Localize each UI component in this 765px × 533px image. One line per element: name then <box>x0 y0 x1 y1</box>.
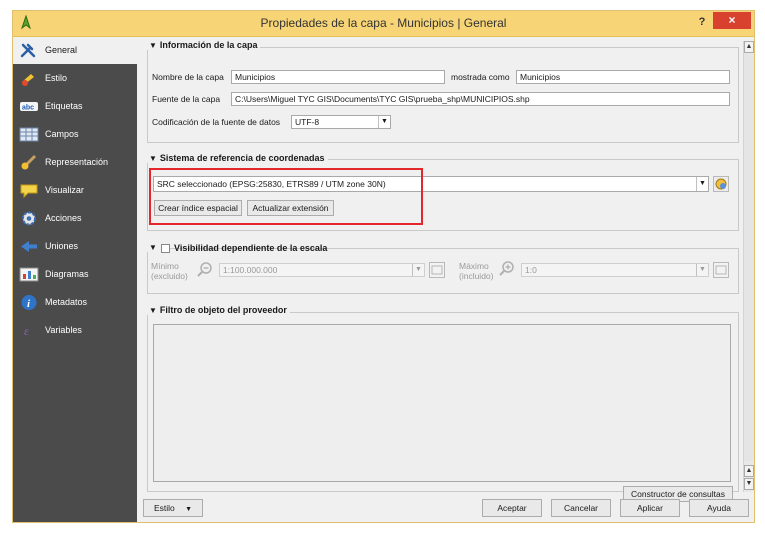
sidebar: General Estilo abc Etiquetas Campos Repr… <box>13 37 137 522</box>
title-bar[interactable]: Propiedades de la capa - Municipios | Ge… <box>13 11 754 37</box>
highlight-box <box>149 168 423 225</box>
min-scale-sublabel: (excluido) <box>151 271 188 281</box>
min-scale-label: Mínimo <box>151 261 179 271</box>
help-question-button[interactable]: ? <box>695 14 709 30</box>
gear-action-icon <box>19 210 39 227</box>
close-button[interactable]: × <box>713 12 751 29</box>
sidebar-item-visualizar[interactable]: Visualizar <box>13 177 137 204</box>
encoding-value: UTF-8 <box>295 117 320 127</box>
zoom-out-icon <box>197 261 213 277</box>
scroll-down-icon[interactable]: ▼ <box>744 478 754 490</box>
sidebar-item-label: Metadatos <box>45 297 88 307</box>
layer-source-label: Fuente de la capa <box>152 94 221 104</box>
svg-text:abc: abc <box>22 105 34 112</box>
sidebar-item-variables[interactable]: ε Variables <box>13 317 137 344</box>
encoding-select[interactable]: UTF-8 ▼ <box>291 115 391 129</box>
min-scale-select[interactable]: 1:100.000.000 ▼ <box>219 263 425 277</box>
layer-info-header[interactable]: ▼ Información de la capa <box>147 40 261 50</box>
encoding-label: Codificación de la fuente de datos <box>152 117 281 127</box>
shown-as-input[interactable]: Municipios <box>516 70 730 84</box>
chevron-down-icon: ▼ <box>696 264 708 276</box>
provider-filter-title: Filtro de objeto del proveedor <box>159 305 287 315</box>
max-scale-select[interactable]: 1:0 ▼ <box>521 263 709 277</box>
panel-scrollbar[interactable]: ▲ ▲ ▼ <box>743 41 754 492</box>
help-button[interactable]: Ayuda <box>689 499 749 517</box>
sidebar-item-general[interactable]: General <box>13 37 137 64</box>
layer-name-label: Nombre de la capa <box>152 72 224 82</box>
chevron-down-icon: ▼ <box>185 506 193 513</box>
sidebar-item-label: Estilo <box>45 73 68 83</box>
sidebar-item-label: General <box>45 45 78 55</box>
collapse-triangle-icon: ▼ <box>149 306 157 315</box>
layer-properties-window: Propiedades de la capa - Municipios | Ge… <box>12 10 755 523</box>
sidebar-item-acciones[interactable]: Acciones <box>13 205 137 232</box>
sidebar-item-label: Variables <box>45 325 82 335</box>
table-fields-icon <box>19 126 39 143</box>
collapse-triangle-icon: ▼ <box>149 243 157 252</box>
variables-icon: ε <box>19 322 39 339</box>
sidebar-item-metadatos[interactable]: i Metadatos <box>13 289 137 316</box>
sidebar-item-estilo[interactable]: Estilo <box>13 65 137 92</box>
style-brush-icon <box>19 70 39 87</box>
min-scale-canvas-button[interactable] <box>429 262 445 278</box>
sidebar-item-label: Etiquetas <box>45 101 83 111</box>
chevron-down-icon: ▼ <box>412 264 424 276</box>
layer-name-input[interactable]: Municipios <box>231 70 445 84</box>
chevron-down-icon: ▼ <box>378 116 390 128</box>
sidebar-item-label: Uniones <box>45 241 79 251</box>
style-menu-button[interactable]: Estilo ▼ <box>143 499 203 517</box>
max-scale-value: 1:0 <box>525 265 537 275</box>
layer-info-title: Información de la capa <box>159 40 258 50</box>
scroll-thumb[interactable] <box>744 54 754 461</box>
window-title: Propiedades de la capa - Municipios | Ge… <box>260 16 507 30</box>
layer-source-input[interactable]: C:\Users\Miguel TYC GIS\Documents\TYC GI… <box>231 92 730 106</box>
accept-button[interactable]: Aceptar <box>482 499 542 517</box>
map-canvas-icon <box>715 265 727 275</box>
sidebar-item-label: Campos <box>45 129 79 139</box>
sidebar-item-label: Representación <box>45 157 109 167</box>
svg-text:ε: ε <box>24 324 29 338</box>
sidebar-item-label: Acciones <box>45 213 82 223</box>
chevron-down-icon: ▼ <box>696 177 708 191</box>
collapse-triangle-icon: ▼ <box>149 41 157 50</box>
scroll-up-icon[interactable]: ▲ <box>744 41 754 53</box>
style-menu-label: Estilo <box>153 503 175 513</box>
max-scale-label: Máximo <box>459 261 489 271</box>
scale-visibility-title: Visibilidad dependiente de la escala <box>174 243 328 253</box>
sidebar-item-campos[interactable]: Campos <box>13 121 137 148</box>
labels-abc-icon: abc <box>19 98 39 115</box>
diagram-icon <box>19 266 39 283</box>
general-panel: ▼ Información de la capa Nombre de la cap… <box>139 37 743 502</box>
map-canvas-icon <box>431 265 443 275</box>
crs-title: Sistema de referencia de coordenadas <box>159 153 325 163</box>
scale-visibility-checkbox[interactable] <box>161 244 170 253</box>
crs-selector-button[interactable] <box>713 176 729 192</box>
collapse-triangle-icon: ▼ <box>149 154 157 163</box>
min-scale-value: 1:100.000.000 <box>223 265 278 275</box>
join-arrow-icon <box>19 238 39 255</box>
scroll-up-small-icon[interactable]: ▲ <box>744 465 754 477</box>
crs-header[interactable]: ▼ Sistema de referencia de coordenadas <box>147 153 328 163</box>
shown-as-label: mostrada como <box>451 72 510 82</box>
max-scale-sublabel: (incluido) <box>459 271 494 281</box>
info-icon: i <box>19 294 39 311</box>
wrench-icon <box>19 42 39 59</box>
provider-filter-textarea[interactable] <box>153 324 731 482</box>
sidebar-item-uniones[interactable]: Uniones <box>13 233 137 260</box>
sidebar-item-label: Diagramas <box>45 269 89 279</box>
apply-button[interactable]: Aplicar <box>620 499 680 517</box>
sidebar-item-label: Visualizar <box>45 185 84 195</box>
render-brush-icon <box>19 154 39 171</box>
sidebar-item-representacion[interactable]: Representación <box>13 149 137 176</box>
max-scale-canvas-button[interactable] <box>713 262 729 278</box>
globe-icon <box>715 178 727 190</box>
speech-bubble-icon <box>19 182 39 199</box>
sidebar-item-diagramas[interactable]: Diagramas <box>13 261 137 288</box>
provider-filter-header[interactable]: ▼ Filtro de objeto del proveedor <box>147 305 290 315</box>
cancel-button[interactable]: Cancelar <box>551 499 611 517</box>
sidebar-item-etiquetas[interactable]: abc Etiquetas <box>13 93 137 120</box>
zoom-in-icon <box>499 260 515 276</box>
